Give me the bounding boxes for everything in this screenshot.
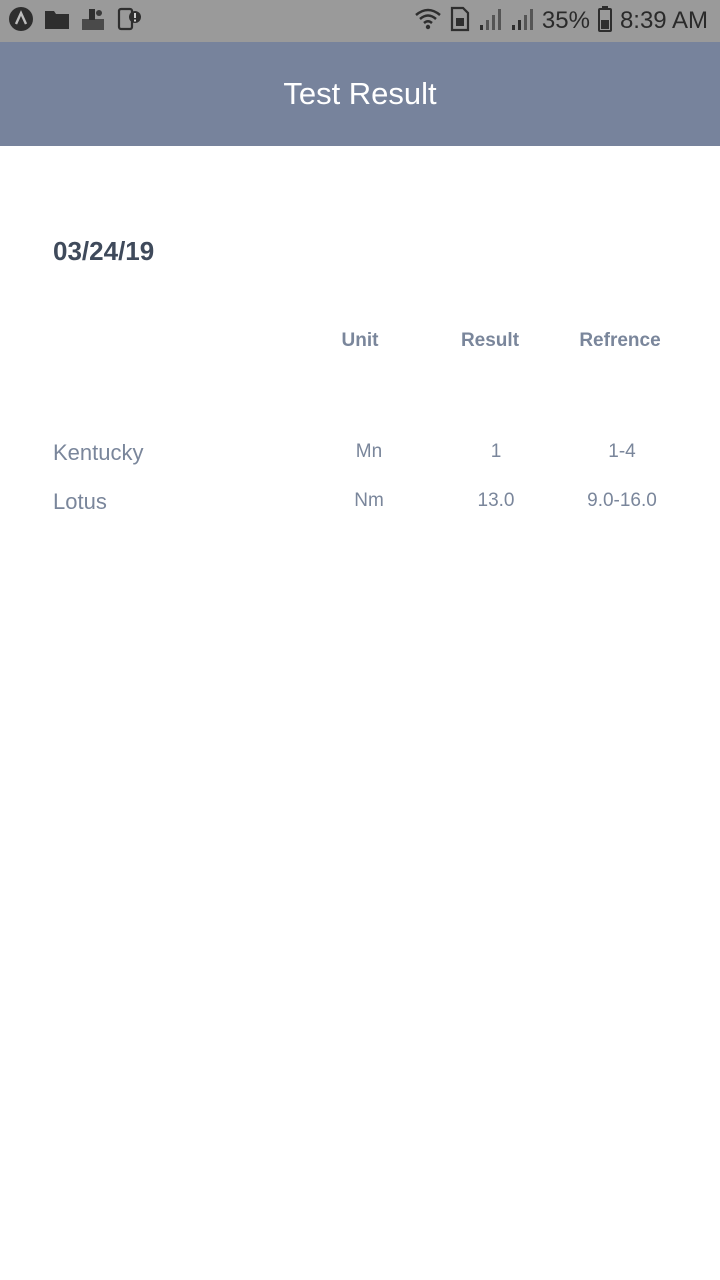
row-test-name: Lotus — [53, 489, 107, 514]
wifi-icon — [414, 7, 442, 36]
row-test-name: Kentucky — [53, 440, 144, 465]
app-launcher-icon — [8, 6, 34, 37]
row-reference: 1-4 — [608, 441, 636, 462]
row-result: 13.0 — [477, 490, 515, 511]
column-header-unit: Unit — [341, 330, 379, 351]
column-header-reference: Refrence — [579, 330, 661, 351]
signal-icon — [478, 7, 502, 36]
status-bar-right: 35% 8:39 AM — [414, 5, 708, 37]
row-reference: 9.0-16.0 — [587, 490, 657, 511]
row-result: 1 — [490, 441, 502, 462]
row-unit: Mn — [355, 441, 383, 462]
app-bar: Test Result — [0, 42, 720, 146]
row-unit: Nm — [354, 490, 384, 511]
status-time: 8:39 AM — [619, 7, 708, 34]
battery-icon — [597, 5, 612, 37]
cleaner-icon — [80, 7, 106, 36]
status-bar: 35% 8:39 AM — [0, 0, 720, 42]
signal-icon — [510, 7, 534, 36]
device-alert-icon — [116, 7, 142, 36]
report-date: 03/24/19 — [53, 236, 155, 266]
battery-percent: 35% — [541, 7, 590, 34]
folder-icon — [44, 8, 70, 35]
column-header-result: Result — [460, 330, 520, 351]
status-bar-left — [8, 6, 142, 37]
sim-card-icon — [450, 6, 470, 37]
page-title: Test Result — [283, 76, 437, 111]
